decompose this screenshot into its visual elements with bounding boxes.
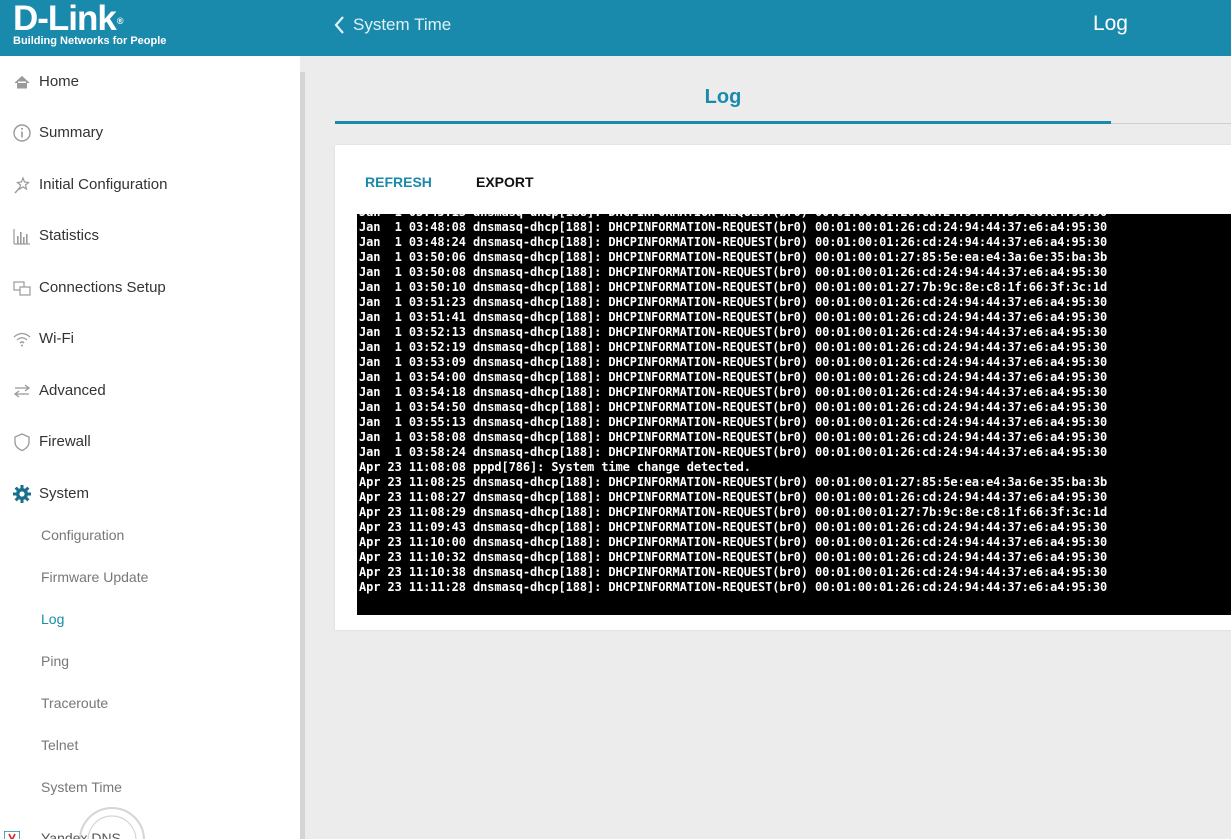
- sidebar-subitem-label: Firmware Update: [41, 569, 149, 585]
- sidebar-item-summary[interactable]: Summary: [0, 115, 300, 151]
- dlink-logo[interactable]: D-Link® Building Networks for People: [13, 0, 167, 47]
- sidebar-subitem-label: Telnet: [41, 737, 79, 753]
- log-line: Jan 1 03:52:13 dnsmasq-dhcp[188]: DHCPIN…: [359, 325, 1108, 339]
- sidebar-item-label: Statistics: [39, 227, 100, 244]
- sidebar-subitem-label: Log: [41, 611, 65, 627]
- sidebar-item-label: Connections Setup: [39, 279, 166, 296]
- log-line: Apr 23 11:10:32 dnsmasq-dhcp[188]: DHCPI…: [359, 550, 1108, 564]
- log-line: Apr 23 11:08:29 dnsmasq-dhcp[188]: DHCPI…: [359, 505, 1108, 519]
- sidebar-subitem-ping[interactable]: Ping: [0, 646, 300, 676]
- logo-registered-mark: ®: [116, 16, 124, 26]
- log-line: Jan 1 03:58:24 dnsmasq-dhcp[188]: DHCPIN…: [359, 445, 1108, 459]
- top-header: D-Link® Building Networks for People Sys…: [0, 0, 1231, 56]
- log-output[interactable]: Jan 1 03:45:13 dnsmasq-dhcp[188]: DHCPIN…: [357, 214, 1231, 615]
- log-line: Jan 1 03:54:50 dnsmasq-dhcp[188]: DHCPIN…: [359, 400, 1108, 414]
- log-line: Jan 1 03:50:08 dnsmasq-dhcp[188]: DHCPIN…: [359, 265, 1108, 279]
- log-line: Apr 23 11:08:08 pppd[786]: System time c…: [359, 460, 751, 474]
- log-line: Jan 1 03:54:00 dnsmasq-dhcp[188]: DHCPIN…: [359, 370, 1108, 384]
- home-icon: [14, 75, 30, 89]
- page: D-Link® Building Networks for People Sys…: [0, 0, 1231, 839]
- sidebar-item-advanced[interactable]: Advanced: [0, 373, 300, 409]
- info-icon: [13, 124, 31, 142]
- magic-wand-icon: [14, 176, 30, 194]
- sidebar: Home Summary Initial Configuration Stati…: [0, 56, 300, 839]
- refresh-button[interactable]: REFRESH: [365, 174, 432, 190]
- log-line: Jan 1 03:51:41 dnsmasq-dhcp[188]: DHCPIN…: [359, 310, 1108, 324]
- log-line: Jan 1 03:52:19 dnsmasq-dhcp[188]: DHCPIN…: [359, 340, 1108, 354]
- log-line: Jan 1 03:55:13 dnsmasq-dhcp[188]: DHCPIN…: [359, 415, 1108, 429]
- sidebar-item-system[interactable]: System: [0, 476, 300, 512]
- sidebar-subitem-label: Traceroute: [41, 695, 109, 711]
- sidebar-item-firewall[interactable]: Firewall: [0, 424, 300, 460]
- chevron-left-icon: [334, 16, 344, 34]
- logo-tagline: Building Networks for People: [13, 35, 167, 47]
- sidebar-subitem-telnet[interactable]: Telnet: [0, 730, 300, 760]
- log-card: REFRESH EXPORT Jan 1 03:45:13 dnsmasq-dh…: [335, 145, 1231, 630]
- log-line: Jan 1 03:51:23 dnsmasq-dhcp[188]: DHCPIN…: [359, 295, 1108, 309]
- watermark-stamp: [79, 807, 145, 839]
- connections-icon: [13, 281, 31, 296]
- header-title: Log: [1092, 12, 1128, 35]
- sidebar-item-initial-configuration[interactable]: Initial Configuration: [0, 167, 300, 203]
- title-divider: [1111, 123, 1231, 124]
- export-button[interactable]: EXPORT: [476, 174, 534, 190]
- sidebar-subitem-log[interactable]: Log: [0, 604, 300, 634]
- sidebar-subitem-label: Ping: [41, 653, 70, 669]
- sidebar-item-label: Home: [39, 73, 80, 90]
- log-line: Apr 23 11:09:43 dnsmasq-dhcp[188]: DHCPI…: [359, 520, 1108, 534]
- log-line: Apr 23 11:10:00 dnsmasq-dhcp[188]: DHCPI…: [359, 535, 1108, 549]
- sidebar-item-label: Initial Configuration: [39, 176, 168, 193]
- sidebar-item-wifi[interactable]: Wi-Fi: [0, 321, 300, 357]
- log-lines: Jan 1 03:45:13 dnsmasq-dhcp[188]: DHCPIN…: [359, 214, 1107, 595]
- log-line: Jan 1 03:58:08 dnsmasq-dhcp[188]: DHCPIN…: [359, 430, 1108, 444]
- sidebar-item-label: Firewall: [39, 433, 91, 450]
- sidebar-item-home[interactable]: Home: [0, 64, 300, 100]
- log-line: Jan 1 03:48:08 dnsmasq-dhcp[188]: DHCPIN…: [359, 220, 1108, 234]
- sidebar-item-label: Advanced: [39, 382, 106, 399]
- title-underline: [335, 121, 1111, 124]
- sidebar-item-label: Summary: [39, 124, 104, 141]
- sidebar-subitem-configuration[interactable]: Configuration: [0, 520, 300, 550]
- log-line: Apr 23 11:08:25 dnsmasq-dhcp[188]: DHCPI…: [359, 475, 1108, 489]
- sidebar-subitem-firmware-update[interactable]: Firmware Update: [0, 562, 300, 592]
- sidebar-item-statistics[interactable]: Statistics: [0, 218, 300, 254]
- yandex-icon: [4, 831, 20, 839]
- log-line: Apr 23 11:10:38 dnsmasq-dhcp[188]: DHCPI…: [359, 565, 1108, 579]
- sidebar-item-connections-setup[interactable]: Connections Setup: [0, 270, 300, 306]
- log-line: Jan 1 03:48:24 dnsmasq-dhcp[188]: DHCPIN…: [359, 235, 1108, 249]
- log-line: Jan 1 03:50:10 dnsmasq-dhcp[188]: DHCPIN…: [359, 280, 1108, 294]
- arrows-icon: [13, 384, 31, 398]
- log-line: Jan 1 03:54:18 dnsmasq-dhcp[188]: DHCPIN…: [359, 385, 1108, 399]
- logo-name: D-Link: [13, 0, 117, 38]
- back-link[interactable]: System Time: [333, 13, 451, 37]
- sidebar-item-label: System: [39, 485, 90, 502]
- back-link-label: System Time: [353, 15, 452, 34]
- sidebar-scrollbar[interactable]: [300, 72, 305, 839]
- wifi-icon: [13, 332, 31, 347]
- sidebar-subitem-label: Configuration: [41, 527, 125, 543]
- log-line: Apr 23 11:11:28 dnsmasq-dhcp[188]: DHCPI…: [359, 580, 1108, 594]
- page-title: Log: [704, 86, 742, 108]
- log-line: Jan 1 03:50:06 dnsmasq-dhcp[188]: DHCPIN…: [359, 250, 1108, 264]
- bar-chart-icon: [13, 229, 30, 245]
- log-line: Apr 23 11:08:27 dnsmasq-dhcp[188]: DHCPI…: [359, 490, 1108, 504]
- shield-icon: [14, 433, 30, 452]
- log-line: Jan 1 03:53:09 dnsmasq-dhcp[188]: DHCPIN…: [359, 355, 1108, 369]
- sidebar-subitem-traceroute[interactable]: Traceroute: [0, 688, 300, 718]
- gear-icon: [13, 485, 31, 503]
- sidebar-item-label: Wi-Fi: [39, 330, 74, 347]
